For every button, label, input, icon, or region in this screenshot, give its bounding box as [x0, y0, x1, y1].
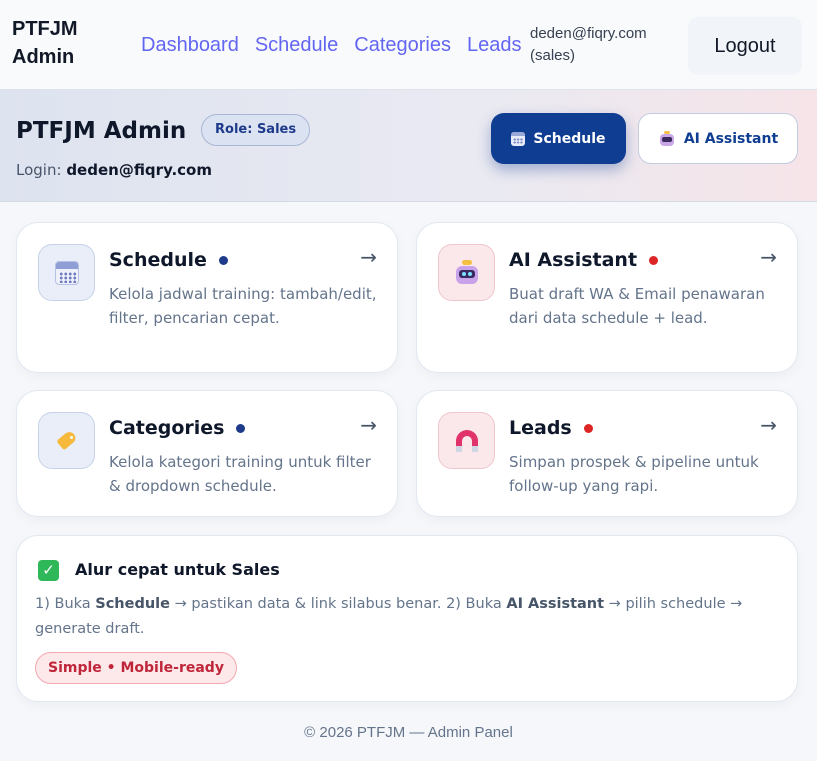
login-email: deden@fiqry.com	[66, 161, 212, 179]
user-email: deden@fiqry.com	[530, 25, 647, 42]
card-title-categories: Categories	[109, 415, 246, 441]
card-desc-categories: Kelola kategori training untuk filter & …	[109, 453, 371, 495]
ai-assistant-button[interactable]: AI Assistant	[638, 113, 798, 164]
arrow-right-icon[interactable]: →	[360, 245, 377, 269]
card-desc-leads: Simpan prospek & pipeline untuk follow-u…	[509, 453, 759, 495]
schedule-button-label: Schedule	[533, 130, 606, 147]
robot-icon	[454, 259, 480, 286]
nav-link-leads[interactable]: Leads	[467, 32, 522, 58]
footer-text: © 2026 PTFJM — Admin Panel	[304, 724, 513, 741]
check-icon: ✓	[38, 560, 59, 581]
card-icon-box	[38, 244, 95, 301]
ai-assistant-button-label: AI Assistant	[683, 130, 779, 147]
card-title-leads: Leads	[509, 415, 593, 441]
nav-link-schedule[interactable]: Schedule	[255, 32, 338, 58]
status-dot	[218, 255, 228, 265]
user-role: (sales)	[530, 47, 576, 64]
card-desc-schedule: Kelola jadwal training: tambah/edit, fil…	[109, 285, 377, 327]
card-icon-box	[38, 412, 95, 469]
status-dot	[236, 423, 246, 433]
role-badge: Role: Sales	[201, 114, 311, 146]
card-icon-box	[438, 412, 495, 469]
hero-header: PTFJM Admin Role: Sales Login: deden@fiq…	[0, 90, 817, 202]
card-ai-assistant[interactable]: AI Assistant Buat draft WA & Email penaw…	[416, 222, 798, 373]
magnet-icon	[455, 429, 478, 452]
card-desc-ai-assistant: Buat draft WA & Email penawaran dari dat…	[509, 285, 765, 327]
logout-button[interactable]: Logout	[688, 17, 802, 75]
feature-pill: Simple • Mobile-ready	[35, 652, 237, 684]
calendar-icon	[511, 131, 526, 146]
status-dot	[649, 255, 659, 265]
schedule-button[interactable]: Schedule	[491, 113, 626, 164]
nav-user-info: deden@fiqry.com (sales)	[530, 23, 647, 67]
robot-icon	[658, 130, 676, 147]
nav-link-categories[interactable]: Categories	[354, 32, 451, 58]
card-schedule[interactable]: Schedule Kelola jadwal training: tambah/…	[16, 222, 398, 373]
card-categories[interactable]: Categories Kelola kategori training untu…	[16, 390, 398, 517]
arrow-right-icon[interactable]: →	[760, 413, 777, 437]
quick-flow-panel: ✓ Alur cepat untuk Sales 1) Buka Schedul…	[16, 535, 798, 702]
nav-link-dashboard[interactable]: Dashboard	[141, 32, 239, 58]
card-leads[interactable]: Leads Simpan prospek & pipeline untuk fo…	[416, 390, 798, 517]
card-title-ai-assistant: AI Assistant	[509, 247, 659, 273]
nav-links: Dashboard Schedule Categories Leads	[141, 32, 537, 58]
calendar-icon	[54, 260, 79, 285]
tag-icon	[54, 428, 80, 454]
login-info: Login: deden@fiqry.com	[16, 160, 212, 180]
status-dot	[583, 423, 593, 433]
card-icon-box	[438, 244, 495, 301]
brand-logo[interactable]: PTFJM Admin	[12, 15, 102, 71]
page-title: PTFJM Admin	[16, 118, 187, 144]
arrow-right-icon[interactable]: →	[760, 245, 777, 269]
flow-title: Alur cepat untuk Sales	[75, 560, 280, 579]
top-navbar: PTFJM Admin Dashboard Schedule Categorie…	[0, 0, 817, 90]
flow-text: 1) Buka Schedule → pastikan data & link …	[35, 596, 743, 637]
card-title-schedule: Schedule	[109, 247, 228, 273]
arrow-right-icon[interactable]: →	[360, 413, 377, 437]
login-label: Login:	[16, 161, 62, 179]
